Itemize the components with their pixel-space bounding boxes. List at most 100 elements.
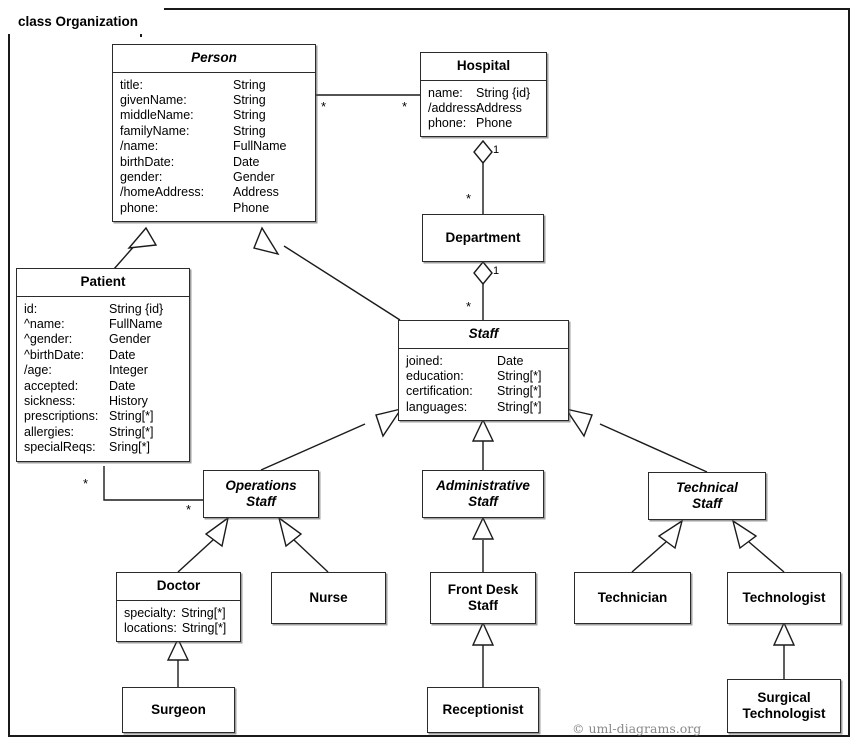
attribute-row: /address: Address (421, 101, 546, 116)
attributes-hospital: name: String {id} /address: Address phone:… (421, 81, 546, 136)
attribute-type: Sring[*] (109, 440, 150, 455)
attribute-row: languages: String[*] (399, 400, 568, 415)
class-box-technologist[interactable]: Technologist (727, 572, 841, 624)
class-name-technician: Technician (597, 590, 668, 606)
class-box-technical-staff[interactable]: Technical Staff (648, 472, 766, 520)
attribute-row: specialty: String[*] (117, 606, 240, 621)
class-box-administrative-staff[interactable]: Administrative Staff (422, 470, 544, 518)
attribute-type: String {id} (109, 301, 164, 316)
attributes-staff: joined: Date education: String[*] certific… (399, 349, 568, 421)
attribute-name: /age: (24, 363, 52, 378)
class-box-department[interactable]: Department (422, 214, 544, 262)
class-name-staff: Staff (399, 321, 568, 349)
attribute-type: Integer (109, 363, 148, 378)
attribute-row: familyName: String (113, 124, 315, 139)
attribute-type: FullName (233, 139, 287, 154)
attribute-type: String (233, 123, 266, 138)
attribute-name: prescriptions: (24, 409, 99, 424)
attribute-type: Date (497, 353, 524, 368)
class-name-surgeon: Surgeon (151, 702, 206, 718)
class-name-nurse: Nurse (309, 590, 348, 606)
multiplicity-hospital-department-many: * (466, 191, 472, 206)
attribute-name: /address: (428, 100, 480, 115)
attribute-row: joined: Date (399, 354, 568, 369)
class-box-front-desk-staff[interactable]: Front Desk Staff (430, 572, 536, 624)
attribute-type: String (233, 108, 266, 123)
attribute-name: languages: (406, 399, 468, 414)
class-name-patient: Patient (17, 269, 189, 297)
attribute-row: phone: Phone (421, 116, 546, 131)
attribute-row: sickness: History (17, 394, 189, 409)
attribute-row: prescriptions: String[*] (17, 409, 189, 424)
attributes-doctor: specialty: String[*] locations: String[*] (117, 601, 240, 642)
attribute-name: gender: (120, 169, 163, 184)
attribute-type: Date (109, 347, 136, 362)
attribute-row: /name: FullName (113, 139, 315, 154)
class-box-staff[interactable]: Staff joined: Date education: String[*] ce… (398, 320, 569, 422)
attribute-name: accepted: (24, 378, 79, 393)
attribute-name: familyName: (120, 123, 190, 138)
attribute-name: /homeAddress: (120, 185, 205, 200)
class-box-nurse[interactable]: Nurse (271, 572, 386, 624)
attribute-type: Gender (109, 332, 151, 347)
attribute-type: String[*] (181, 605, 226, 620)
copyright-credit: © uml-diagrams.org (572, 721, 702, 736)
attribute-row: accepted: Date (17, 379, 189, 394)
attribute-type: String[*] (109, 409, 154, 424)
attribute-row: title: String (113, 78, 315, 93)
multiplicity-person-hospital-source: * (321, 99, 327, 114)
attribute-type: Date (109, 378, 136, 393)
class-name-technologist: Technologist (742, 590, 826, 606)
attribute-name: sickness: (24, 393, 76, 408)
class-box-patient[interactable]: Patient id: String {id} ^name: FullName ^g… (16, 268, 190, 462)
class-box-operations-staff[interactable]: Operations Staff (203, 470, 319, 518)
attribute-type: String {id} (476, 85, 531, 100)
attribute-row: phone: Phone (113, 201, 315, 216)
attribute-type: Address (233, 185, 279, 200)
attribute-row: locations: String[*] (117, 621, 240, 636)
class-name-surgical-technologist: Surgical Technologist (742, 690, 826, 721)
attribute-name: name: (428, 85, 463, 100)
attribute-name: ^name: (24, 316, 65, 331)
class-box-receptionist[interactable]: Receptionist (427, 687, 539, 733)
multiplicity-department-staff-one: 1 (493, 265, 500, 277)
class-box-surgical-technologist[interactable]: Surgical Technologist (727, 679, 841, 733)
attribute-name: ^gender: (24, 332, 73, 347)
class-box-surgeon[interactable]: Surgeon (122, 687, 235, 733)
attribute-type: String (233, 77, 266, 92)
attribute-row: education: String[*] (399, 369, 568, 384)
attribute-row: name: String {id} (421, 86, 546, 101)
class-name-front-desk-staff: Front Desk Staff (447, 582, 519, 613)
attribute-name: givenName: (120, 92, 187, 107)
attribute-name: phone: (120, 200, 159, 215)
class-name-doctor: Doctor (117, 573, 240, 601)
attribute-row: /age: Integer (17, 363, 189, 378)
multiplicity-patient-operations-source: * (83, 476, 89, 491)
attribute-row: givenName: String (113, 93, 315, 108)
attribute-row: /homeAddress: Address (113, 185, 315, 200)
class-name-person: Person (113, 45, 315, 73)
attribute-row: ^birthDate: Date (17, 348, 189, 363)
class-box-doctor[interactable]: Doctor specialty: String[*] locations: Str… (116, 572, 241, 643)
class-box-technician[interactable]: Technician (574, 572, 691, 624)
attribute-row: ^name: FullName (17, 317, 189, 332)
attribute-row: middleName: String (113, 108, 315, 123)
frame-label: class Organization (8, 8, 165, 34)
attributes-person: title: String givenName: String middleName… (113, 73, 315, 222)
attribute-name: id: (24, 301, 38, 316)
attribute-name: phone: (428, 116, 467, 131)
attribute-row: gender: Gender (113, 170, 315, 185)
attribute-row: certification: String[*] (399, 384, 568, 399)
attribute-name: locations: (124, 620, 177, 635)
attribute-type: String[*] (497, 384, 542, 399)
attributes-patient: id: String {id} ^name: FullName ^gender: Ge… (17, 297, 189, 461)
attribute-row: birthDate: Date (113, 155, 315, 170)
attribute-name: birthDate: (120, 154, 175, 169)
attribute-type: Phone (476, 116, 513, 131)
class-name-operations-staff: Operations Staff (225, 478, 297, 509)
attribute-row: allergies: String[*] (17, 425, 189, 440)
class-box-person[interactable]: Person title: String givenName: String mid… (112, 44, 316, 223)
attribute-name: title: (120, 77, 143, 92)
class-name-department: Department (445, 230, 521, 246)
class-box-hospital[interactable]: Hospital name: String {id} /address: Addre… (420, 52, 547, 137)
